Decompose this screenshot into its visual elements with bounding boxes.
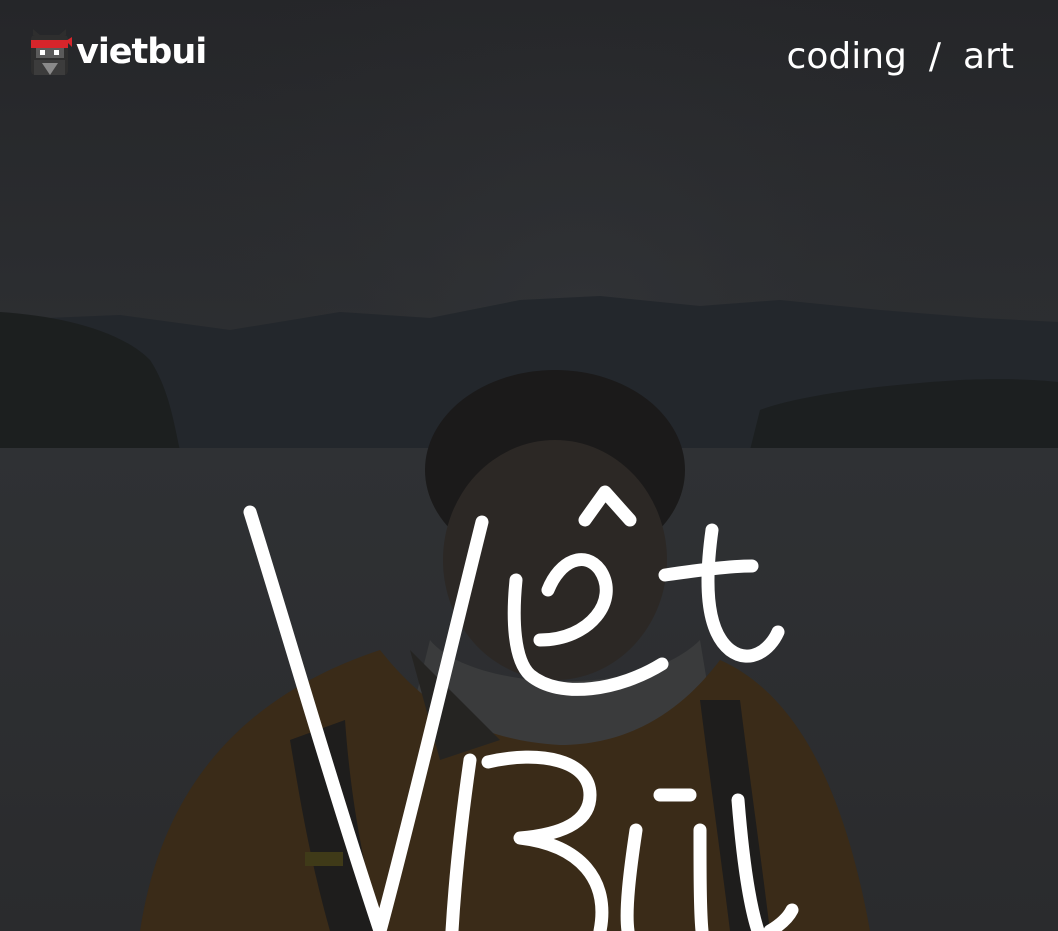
home-logo-link[interactable]: vietbui bbox=[28, 28, 207, 76]
signature-letter-v bbox=[243, 505, 489, 931]
nav-link-coding[interactable]: coding bbox=[787, 36, 907, 77]
ninja-cat-icon bbox=[31, 29, 72, 75]
nav-link-art[interactable]: art bbox=[963, 36, 1014, 77]
signature-letter-t-stem bbox=[701, 523, 785, 663]
signature-circumflex bbox=[578, 485, 637, 527]
handwritten-name-signature bbox=[243, 485, 799, 931]
signature-tail bbox=[763, 903, 799, 931]
signature-letter-i bbox=[731, 793, 765, 931]
logo-text: vietbui bbox=[76, 32, 207, 72]
nav-separator: / bbox=[928, 35, 942, 77]
signature-letter-b bbox=[445, 750, 609, 931]
site-header: vietbui coding / art bbox=[0, 0, 1058, 110]
signature-letter-e bbox=[533, 553, 613, 647]
signature-letter-u bbox=[620, 823, 709, 931]
signature-letter-t-bar bbox=[658, 559, 759, 582]
main-nav: coding / art bbox=[787, 32, 1014, 80]
